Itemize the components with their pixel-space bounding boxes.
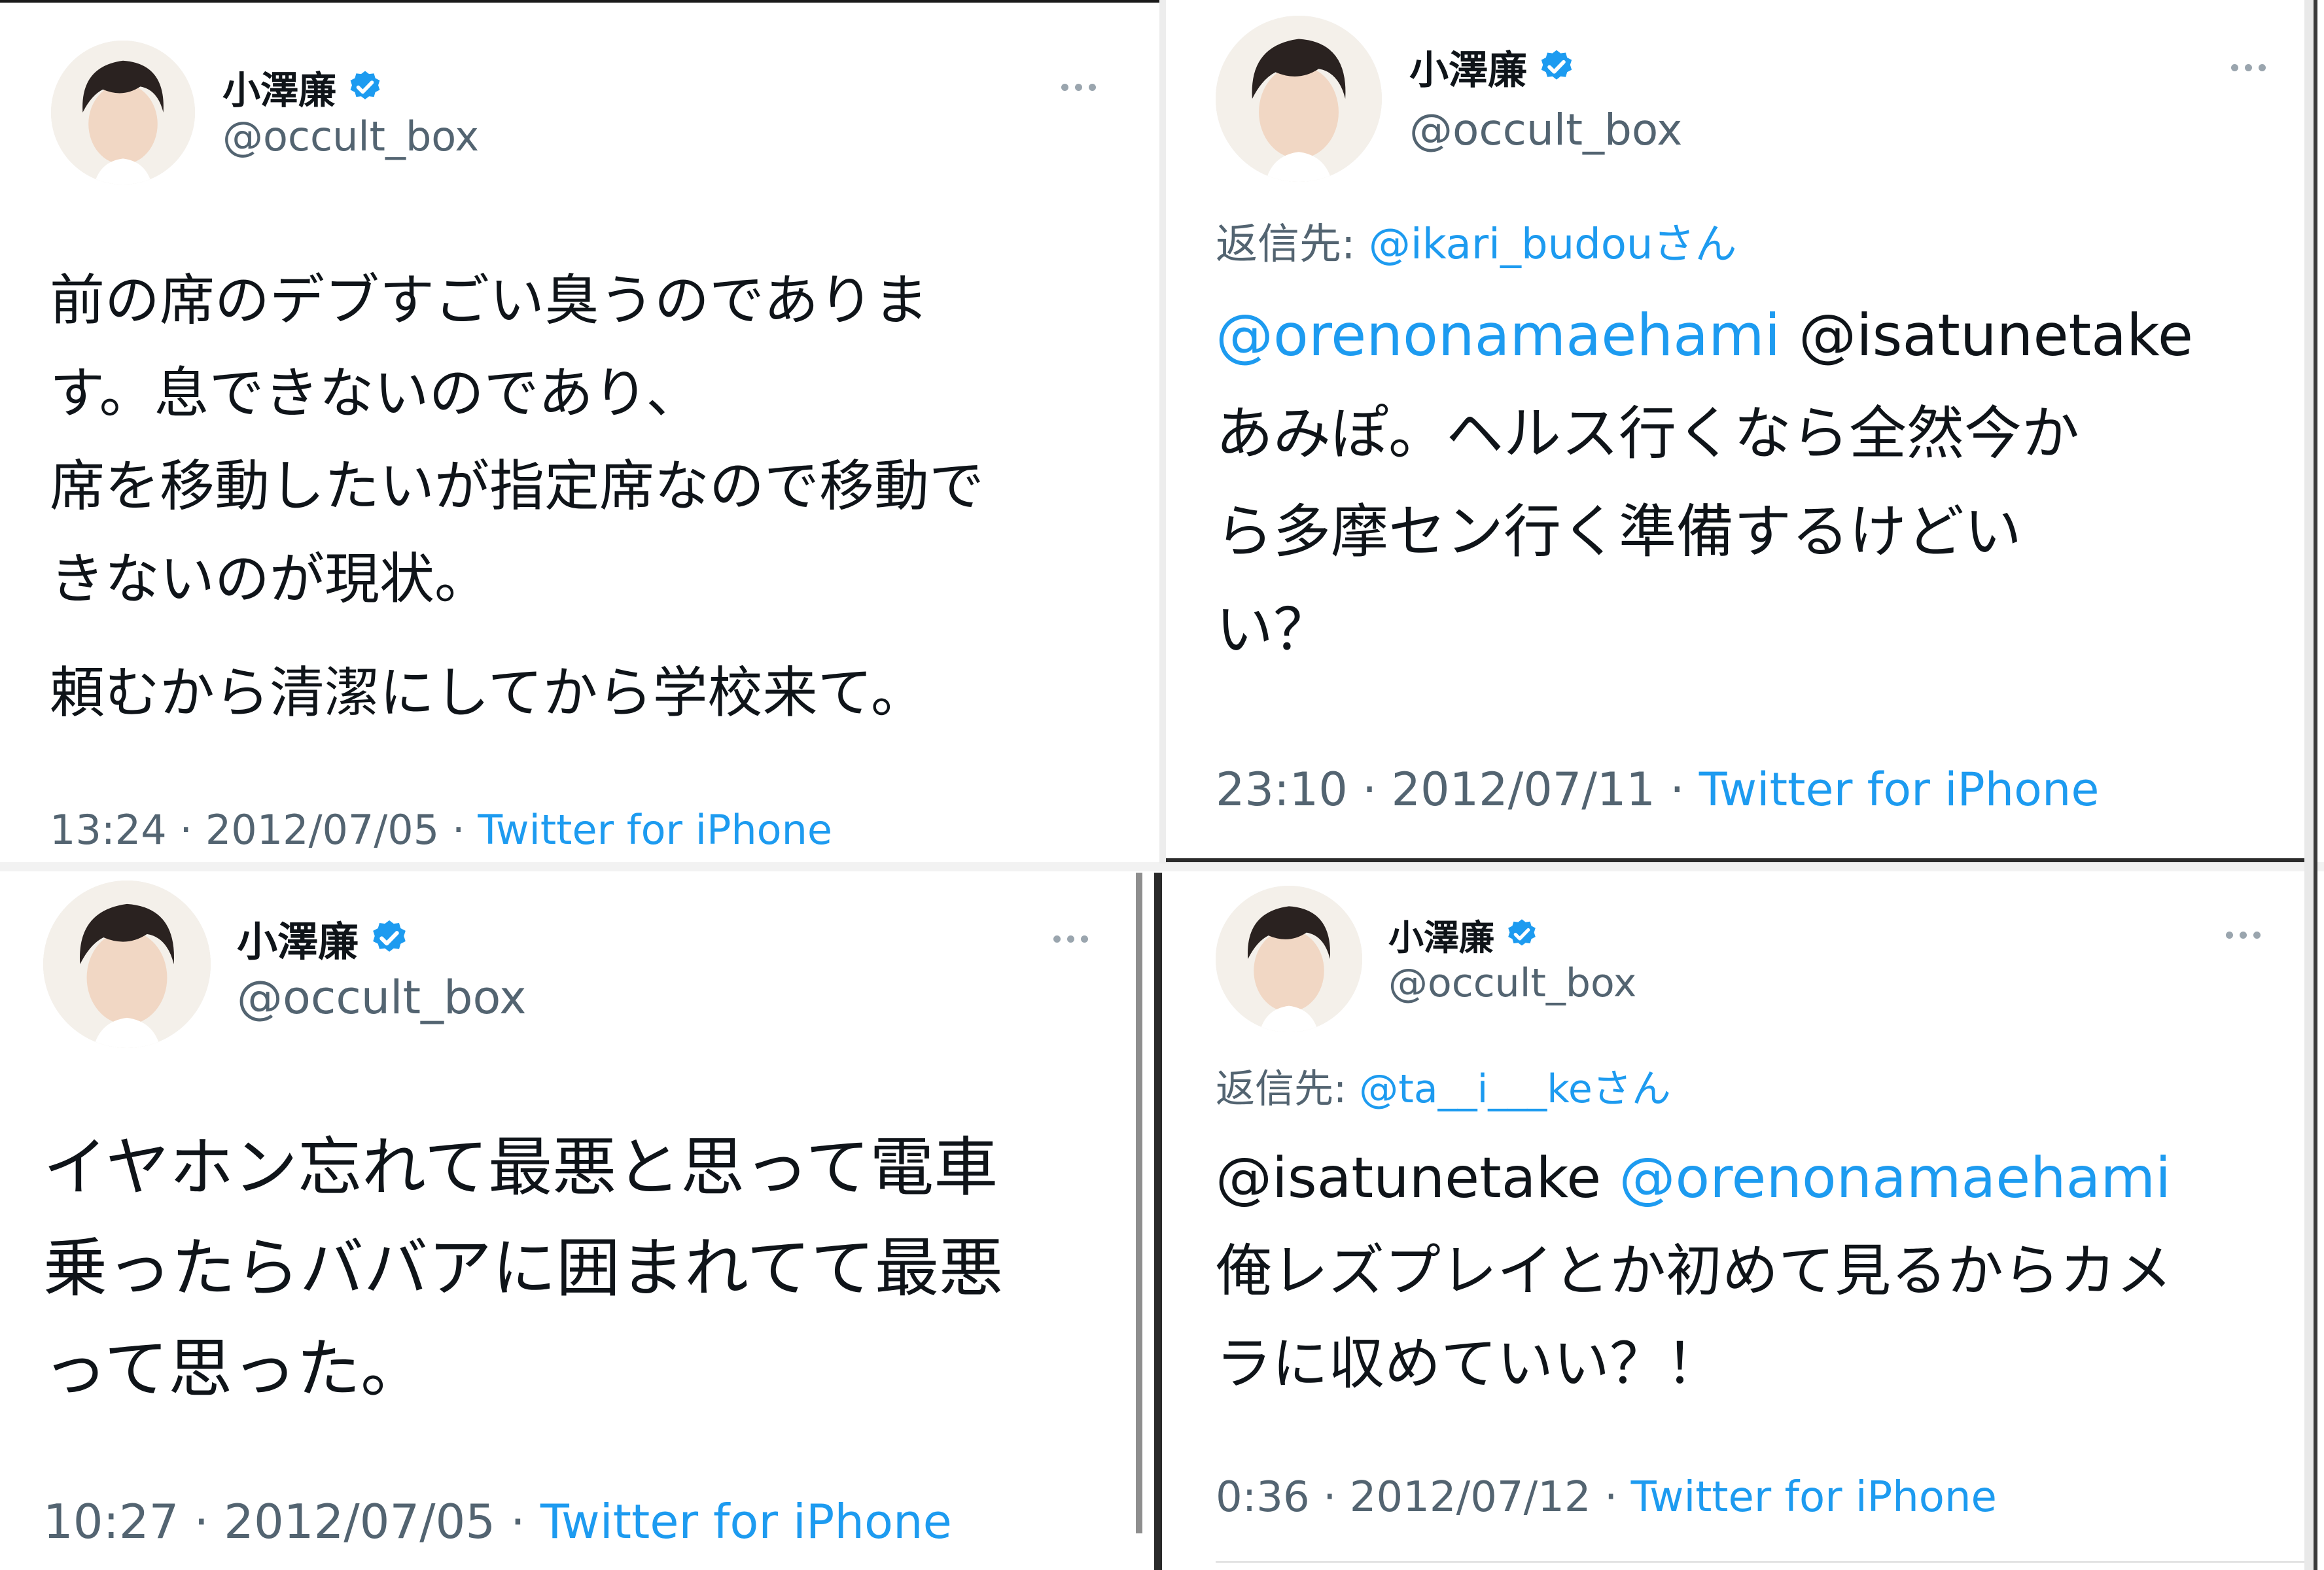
tweet-time[interactable]: 0:36 — [1216, 1473, 1310, 1522]
tweet-meta: 23:10 · 2012/07/11 · Twitter for iPhone — [1216, 763, 2099, 816]
tweet-source-link[interactable]: Twitter for iPhone — [540, 1494, 952, 1549]
meta-separator: · — [166, 806, 205, 854]
avatar[interactable] — [51, 41, 195, 184]
tweet-date[interactable]: 2012/07/11 — [1392, 763, 1655, 816]
tweet-text: 前の席のデブすごい臭うのでありま す。息できないのであり、 席を移動したいが指定… — [50, 254, 984, 739]
collage-divider-horizontal — [0, 862, 2324, 871]
reply-to-suffix: さん — [1592, 1066, 1671, 1112]
collage-divider-right-edge-dark — [2314, 0, 2317, 1570]
user-handle[interactable]: @occult_box — [1388, 960, 1636, 1006]
mention-line: @orenonamaehami @isatunetake — [1216, 287, 2193, 385]
tweet-meta: 10:27 · 2012/07/05 · Twitter for iPhone — [43, 1494, 952, 1549]
tweet-text-line: って思った。 — [43, 1332, 425, 1406]
collage-divider-top — [0, 0, 1159, 3]
display-name[interactable]: 小澤廉 — [1388, 909, 1494, 960]
tweet-time[interactable]: 13:24 — [50, 806, 167, 854]
tweet-card-4: 小澤廉 @occult_box 返信先: @ta__i___keさん @isat… — [1166, 873, 2304, 1561]
meta-separator: · — [1655, 763, 1699, 816]
reply-to-handle[interactable]: @ta__i___ke — [1359, 1066, 1592, 1112]
tweet-text-line: 俺レズプレイとか初めて見るからカメ — [1216, 1238, 2172, 1304]
mention-text[interactable]: @isatunetake — [1216, 1145, 1619, 1211]
profile-photo — [51, 41, 195, 184]
tweet-text-line: きないのが現状。 — [50, 547, 490, 611]
avatar[interactable] — [43, 881, 211, 1048]
tweet-date[interactable]: 2012/07/12 — [1350, 1473, 1591, 1522]
mention-link[interactable]: @orenonamaehami — [1619, 1145, 2171, 1211]
more-options-icon[interactable] — [1061, 84, 1096, 91]
avatar[interactable] — [1216, 16, 1382, 182]
profile-photo — [1216, 16, 1382, 182]
reply-to-line: 返信先: @ikari_budouさん — [1216, 211, 1736, 271]
tweet-text-line: 前の席のデブすごい臭うのでありま — [50, 268, 929, 332]
display-name[interactable]: 小澤廉 — [1409, 39, 1527, 96]
verified-badge-icon — [1505, 917, 1539, 951]
meta-separator: · — [439, 806, 478, 854]
verified-badge-icon — [369, 918, 410, 958]
reply-to-label: 返信先: — [1216, 1066, 1360, 1112]
collage-divider-horizontal-dark — [1166, 858, 2317, 862]
tweet-text-line: い？ — [1216, 596, 1331, 663]
mention-text[interactable]: @isatunetake — [1780, 302, 2193, 369]
collage-divider-right-edge — [2304, 0, 2314, 1570]
tweet-meta: 13:24 · 2012/07/05 · Twitter for iPhone — [50, 806, 832, 854]
tweet-text: @isatunetake @orenonamaehami 俺レズプレイとか初めて… — [1216, 1132, 2172, 1410]
more-options-icon[interactable] — [2226, 932, 2261, 939]
tweet-text-line: ら多摩セン行く準備するけどい — [1216, 498, 2022, 565]
tweet-text-line: 席を移動したいが指定席なので移動で — [50, 454, 985, 518]
more-options-icon[interactable] — [2231, 64, 2266, 71]
profile-photo — [43, 881, 211, 1048]
tweet-date[interactable]: 2012/07/05 — [205, 806, 439, 854]
collage-divider-vertical-bottom-line — [1136, 873, 1142, 1533]
tweet-date[interactable]: 2012/07/05 — [224, 1494, 495, 1549]
tweet-time[interactable]: 10:27 — [43, 1494, 179, 1549]
tweet-text-line: ラに収めていい？！ — [1216, 1331, 1722, 1397]
tweet-text-line: あみぽ。ヘルス行くなら全然今か — [1216, 400, 2080, 467]
avatar[interactable] — [1216, 886, 1362, 1032]
display-name[interactable]: 小澤廉 — [222, 60, 336, 114]
tweet-text-line: イヤホン忘れて最悪と思って電車 — [43, 1130, 998, 1205]
tweet-text-line: す。息できないのであり、 — [50, 361, 701, 425]
reply-to-handle[interactable]: @ikari_budou — [1369, 220, 1653, 269]
tweet-text-line: 頼むから清潔にしてから学校来て。 — [50, 661, 926, 725]
tweet-text-line: 乗ったらババアに囲まれてて最悪 — [43, 1231, 1004, 1306]
mention-line: @isatunetake @orenonamaehami — [1216, 1132, 2172, 1225]
reply-to-line: 返信先: @ta__i___keさん — [1216, 1057, 1671, 1114]
display-name[interactable]: 小澤廉 — [237, 909, 359, 968]
tweet-text: イヤホン忘れて最悪と思って電車 乗ったらババアに囲まれてて最悪 って思った。 — [43, 1117, 1003, 1420]
meta-separator: · — [495, 1494, 540, 1549]
user-handle[interactable]: @occult_box — [237, 971, 527, 1024]
meta-separator: · — [179, 1494, 224, 1549]
reply-to-suffix: さん — [1653, 220, 1737, 269]
tweet-source-link[interactable]: Twitter for iPhone — [1631, 1473, 1997, 1522]
tweet-card-3: 小澤廉 @occult_box イヤホン忘れて最悪と思って電車 乗ったらババアに… — [0, 873, 1132, 1570]
verified-badge-icon — [347, 69, 383, 105]
tweet-source-link[interactable]: Twitter for iPhone — [478, 806, 832, 854]
tweet-meta: 0:36 · 2012/07/12 · Twitter for iPhone — [1216, 1473, 1997, 1522]
collage-divider-vertical-top — [1159, 0, 1166, 864]
tweet-card-1: 小澤廉 @occult_box 前の席のデブすごい臭うのでありま す。息できない… — [0, 0, 1158, 864]
collage-divider-vertical-bottom-dark — [1154, 873, 1162, 1570]
meta-separator: · — [1309, 1473, 1350, 1522]
reply-to-label: 返信先: — [1216, 220, 1369, 269]
verified-badge-icon — [1538, 48, 1576, 86]
user-handle[interactable]: @occult_box — [1409, 105, 1682, 155]
tweet-time[interactable]: 23:10 — [1216, 763, 1348, 816]
collage-divider-bottom — [1216, 1561, 2304, 1563]
meta-separator: · — [1591, 1473, 1631, 1522]
mention-link[interactable]: @orenonamaehami — [1216, 302, 1780, 369]
tweet-card-2: 小澤廉 @occult_box 返信先: @ikari_budouさん @ore… — [1166, 0, 2324, 861]
more-options-icon[interactable] — [1053, 935, 1088, 943]
user-handle[interactable]: @occult_box — [222, 113, 479, 160]
meta-separator: · — [1347, 763, 1392, 816]
tweet-source-link[interactable]: Twitter for iPhone — [1699, 763, 2100, 816]
profile-photo — [1216, 886, 1362, 1032]
tweet-text: @orenonamaehami @isatunetake あみぽ。ヘルス行くなら… — [1216, 287, 2193, 679]
